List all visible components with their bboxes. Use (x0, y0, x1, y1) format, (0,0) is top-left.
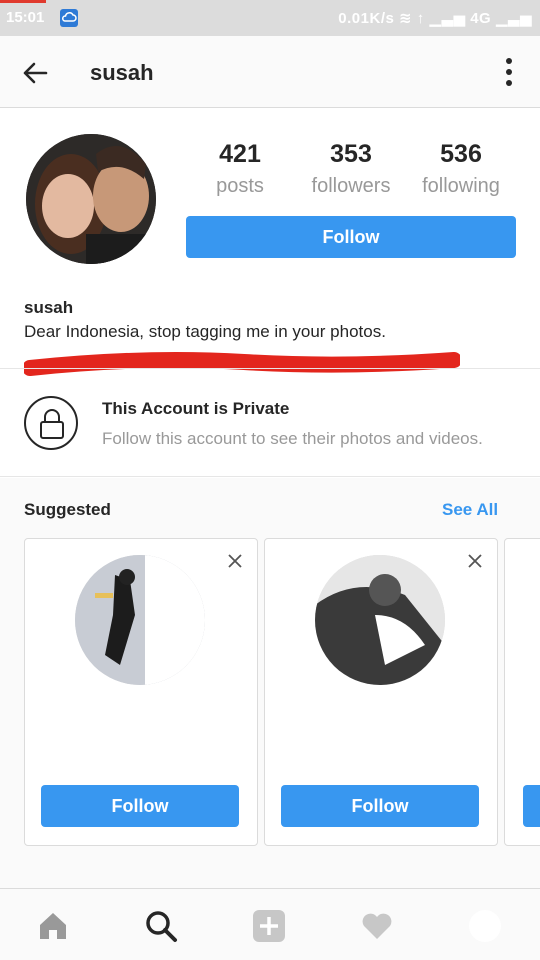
bottom-nav (0, 888, 540, 960)
red-scribble-annotation (24, 352, 460, 376)
status-bar: 15:01 0.01K/s ≋ ↑ ▁▃▅ 4G ▁▃▅ (0, 0, 540, 36)
network-speed: 0.01K/s (338, 10, 395, 27)
suggested-title: Suggested (24, 500, 111, 519)
suggested-card[interactable]: Follow (264, 538, 498, 846)
suggested-card-partial[interactable] (504, 538, 540, 846)
avatar[interactable] (26, 134, 156, 264)
home-icon[interactable] (36, 909, 70, 943)
signal-icon-2: ▁▃▅ (495, 10, 532, 27)
status-accent-line (0, 0, 46, 3)
lock-icon (24, 396, 78, 450)
profile-name: susah (24, 298, 74, 317)
profile-bio: Dear Indonesia, stop tagging me in your … (24, 322, 386, 341)
private-title: This Account is Private (102, 399, 290, 418)
suggested-avatar[interactable] (75, 555, 205, 685)
suggested-avatar[interactable] (315, 555, 445, 685)
stat-posts[interactable]: 421 posts (185, 140, 295, 198)
divider (0, 476, 540, 477)
suggested-card[interactable]: Follow (24, 538, 258, 846)
wifi-icon: ≋ ↑ (399, 10, 430, 27)
add-icon[interactable] (252, 909, 286, 943)
divider (0, 368, 540, 369)
follow-button[interactable]: Follow (281, 785, 479, 827)
stat-followers[interactable]: 353 followers (296, 140, 406, 198)
stat-label: posts (216, 175, 264, 197)
status-right-indicators: 0.01K/s ≋ ↑ ▁▃▅ 4G ▁▃▅ (338, 9, 532, 27)
network-type: 4G (470, 10, 492, 27)
follow-button[interactable]: Follow (41, 785, 239, 827)
see-all-link[interactable]: See All (442, 500, 498, 520)
page-title: susah (90, 60, 154, 85)
stat-label: followers (311, 175, 391, 197)
stat-label: following (422, 175, 500, 197)
profile-icon[interactable] (468, 909, 502, 943)
stat-value: 353 (330, 140, 372, 168)
private-subtitle: Follow this account to see their photos … (102, 429, 483, 448)
follow-button-partial[interactable] (523, 785, 540, 827)
stat-value: 536 (440, 140, 482, 168)
stat-following[interactable]: 536 following (406, 140, 516, 198)
search-icon[interactable] (144, 909, 178, 943)
close-icon[interactable] (227, 553, 243, 569)
status-time: 15:01 (6, 9, 45, 26)
profile-header: susah (0, 36, 540, 108)
stat-value: 421 (219, 140, 261, 168)
arrow-left-icon[interactable] (20, 58, 50, 88)
close-icon[interactable] (467, 553, 483, 569)
follow-button[interactable]: Follow (186, 216, 516, 258)
cloud-icon (60, 9, 78, 27)
vertical-dots-icon[interactable] (504, 58, 514, 88)
heart-icon[interactable] (360, 909, 394, 943)
signal-icon: ▁▃▅ (429, 10, 466, 27)
